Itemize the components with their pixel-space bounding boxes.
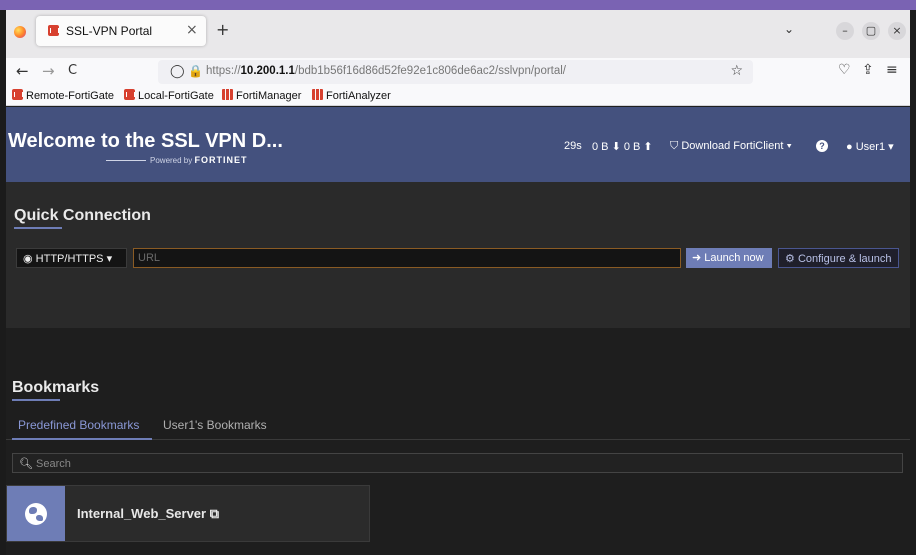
search-icon: 🔍︎ xyxy=(19,458,33,470)
page-title: Welcome to the SSL VPN D... xyxy=(8,130,283,152)
fortigate-icon xyxy=(12,89,23,100)
desktop-top-bar xyxy=(0,0,916,10)
close-window-button[interactable]: × xyxy=(888,22,906,40)
bookmark-search-input[interactable]: 🔍︎ Search xyxy=(12,453,903,473)
traffic-counter: 0 B ⬇ 0 B ⬆ xyxy=(592,141,653,153)
fortimanager-icon xyxy=(222,89,233,100)
external-link-icon: ⧉ xyxy=(209,506,220,521)
bookmark-card[interactable]: Internal_Web_Server ⧉ xyxy=(6,485,370,542)
pocket-icon[interactable]: ♡ xyxy=(838,62,851,78)
bookmarks-toolbar: Remote-FortiGate Local-FortiGate FortiMa… xyxy=(6,86,910,106)
active-tab-indicator xyxy=(12,438,152,440)
launch-now-button[interactable]: ➜ Launch now xyxy=(686,248,772,268)
lock-icon[interactable]: 🔒 xyxy=(188,64,203,78)
browser-window: SSL-VPN Portal × + ⌄ – ▢ × ← → C ◯ 🔒 htt… xyxy=(6,10,910,555)
configure-launch-button[interactable]: ⚙ Configure & launch xyxy=(778,248,899,268)
globe-icon xyxy=(25,503,47,525)
download-forticlient-button[interactable]: ⛉ Download FortiClient ▾ xyxy=(670,140,792,153)
bookmarks-underline xyxy=(12,399,60,401)
url-input[interactable] xyxy=(133,248,681,268)
portal-header: Welcome to the SSL VPN D... Powered by F… xyxy=(6,107,910,182)
bookmark-icon-tile xyxy=(7,486,65,541)
new-tab-button[interactable]: + xyxy=(216,20,229,39)
bookmark-label: Internal_Web_Server ⧉ xyxy=(77,506,220,521)
shield-icon: ⛉ xyxy=(670,140,679,152)
user-icon: ● xyxy=(846,141,853,153)
help-icon[interactable]: ? xyxy=(816,140,828,152)
reload-button[interactable]: C xyxy=(68,63,77,78)
share-icon[interactable]: ⇪ xyxy=(862,62,874,78)
fortinet-favicon-icon xyxy=(48,25,59,36)
url-text[interactable]: https://10.200.1.1/bdb1b56f16d86d52fe92e… xyxy=(206,65,566,77)
bookmark-fortianalyzer[interactable]: FortiAnalyzer xyxy=(312,89,391,102)
restore-button[interactable]: ▢ xyxy=(862,22,880,40)
back-button[interactable]: ← xyxy=(16,62,29,80)
navigation-bar: ← → C ◯ 🔒 https://10.200.1.1/bdb1b56f16d… xyxy=(6,58,910,86)
tab-title: SSL-VPN Portal xyxy=(66,24,153,38)
gear-icon: ⚙ xyxy=(785,253,795,265)
quick-connection-title: Quick Connection xyxy=(14,207,151,224)
tab-bar: SSL-VPN Portal × + ⌄ – ▢ × xyxy=(6,10,910,58)
forward-button[interactable]: → xyxy=(42,62,55,80)
minimize-button[interactable]: – xyxy=(836,22,854,40)
firefox-icon[interactable] xyxy=(14,26,26,38)
bookmark-fortimanager[interactable]: FortiManager xyxy=(222,89,301,102)
protocol-select[interactable]: ◉ HTTP/HTTPS ▾ xyxy=(16,248,127,268)
fortigate-icon xyxy=(124,89,135,100)
bookmark-remote-fortigate[interactable]: Remote-FortiGate xyxy=(12,89,114,102)
menu-icon[interactable]: ≡ xyxy=(886,62,898,78)
address-bar[interactable]: ◯ 🔒 https://10.200.1.1/bdb1b56f16d86d52f… xyxy=(158,60,753,84)
ssl-vpn-portal: Welcome to the SSL VPN D... Powered by F… xyxy=(6,107,910,555)
fortianalyzer-icon xyxy=(312,89,323,100)
close-tab-icon[interactable]: × xyxy=(186,22,198,38)
chevron-down-icon: ▾ xyxy=(106,253,113,265)
bookmark-local-fortigate[interactable]: Local-FortiGate xyxy=(124,89,214,102)
fortinet-logo: FORTINET xyxy=(194,155,248,165)
tab-user-bookmarks[interactable]: User1's Bookmarks xyxy=(163,418,267,432)
quick-connection-panel: Quick Connection ◉ HTTP/HTTPS ▾ ➜ Launch… xyxy=(6,182,910,328)
user-menu[interactable]: ● User1 ▾ xyxy=(846,140,894,153)
title-underline xyxy=(14,227,62,229)
session-timer: 29s xyxy=(564,140,582,152)
chevron-down-icon[interactable]: ⌄ xyxy=(784,22,794,36)
arrow-right-icon: ➜ xyxy=(692,252,702,264)
globe-icon: ◉ xyxy=(23,253,33,265)
bookmarks-title: Bookmarks xyxy=(12,379,100,396)
powered-by-fortinet: Powered by FORTINET xyxy=(106,155,247,165)
browser-tab[interactable]: SSL-VPN Portal × xyxy=(36,16,206,46)
bookmark-star-icon[interactable]: ☆ xyxy=(730,63,743,79)
shield-icon[interactable]: ◯ xyxy=(170,64,185,79)
tab-predefined-bookmarks[interactable]: Predefined Bookmarks xyxy=(18,418,139,432)
